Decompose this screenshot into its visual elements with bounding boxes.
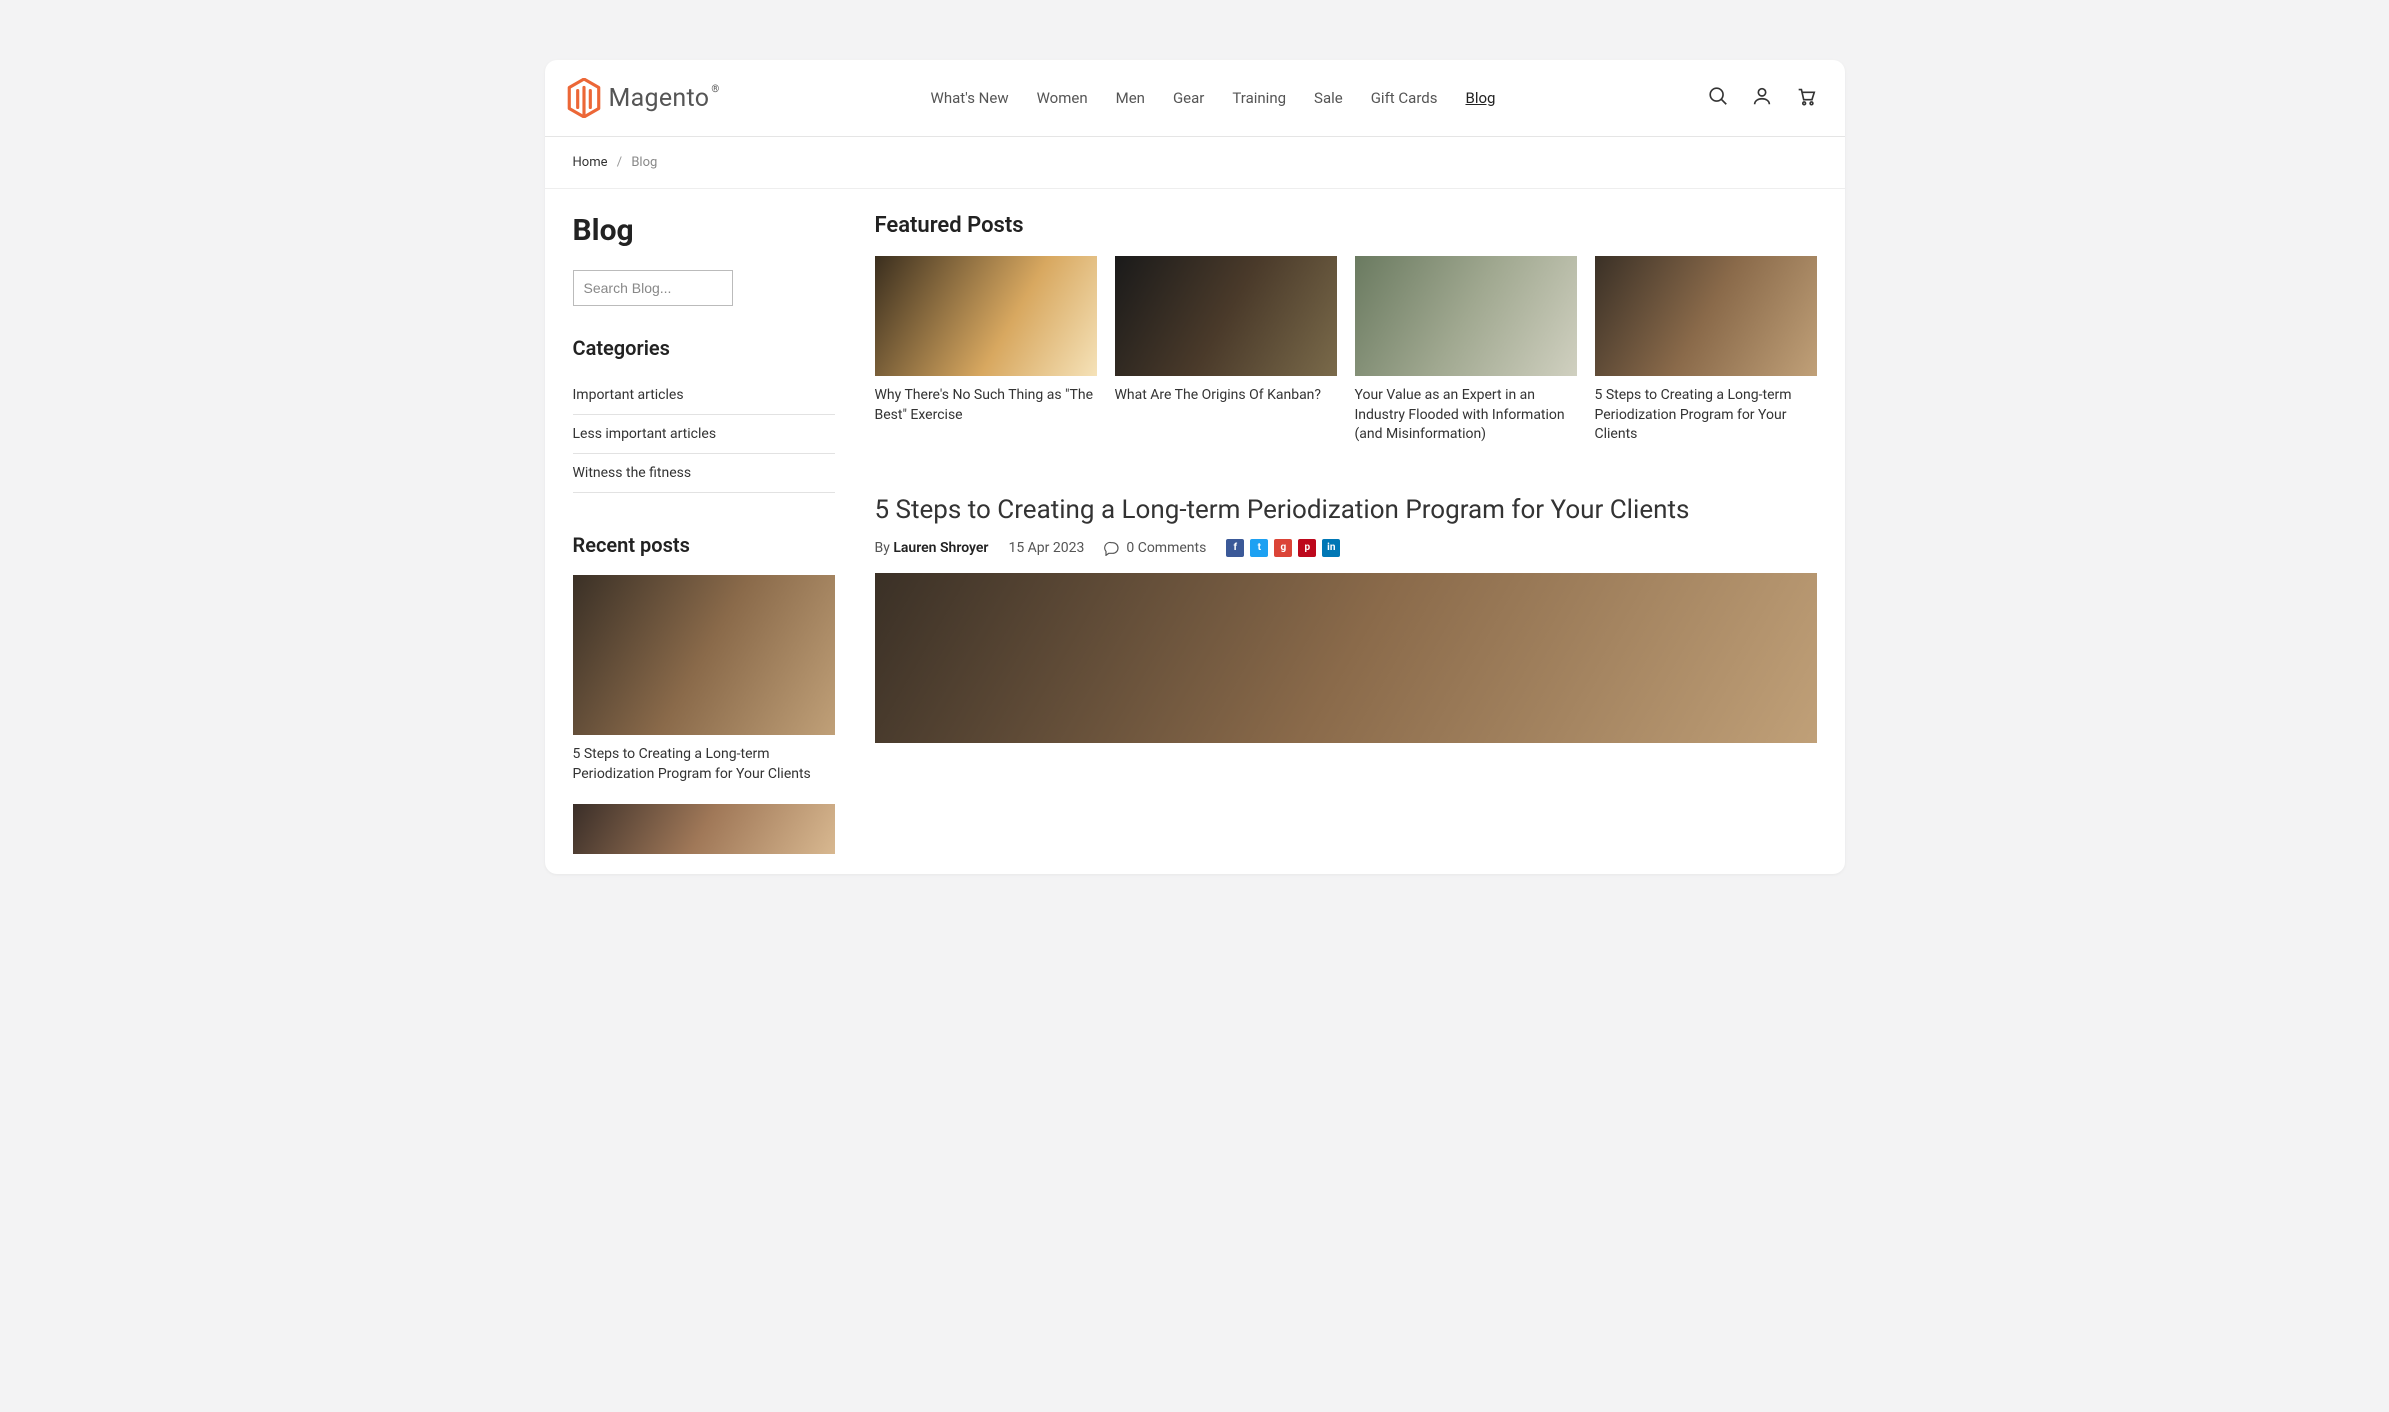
category-item[interactable]: Important articles: [573, 376, 835, 415]
featured-post-title: Your Value as an Expert in an Industry F…: [1355, 386, 1577, 445]
article-meta: By Lauren Shroyer 15 Apr 2023 0 Comments…: [875, 539, 1817, 557]
magento-logo-icon: [567, 78, 601, 118]
featured-post-title: 5 Steps to Creating a Long-term Periodiz…: [1595, 386, 1817, 445]
header: Magento® What's New Women Men Gear Train…: [545, 60, 1845, 137]
main-column: Featured Posts Why There's No Such Thing…: [875, 213, 1845, 874]
nav-blog[interactable]: Blog: [1465, 89, 1495, 107]
article-title: 5 Steps to Creating a Long-term Periodiz…: [875, 495, 1817, 525]
facebook-icon[interactable]: f: [1226, 539, 1244, 557]
breadcrumb-home[interactable]: Home: [573, 155, 608, 170]
linkedin-icon[interactable]: in: [1322, 539, 1340, 557]
social-share: f t g p in: [1226, 539, 1340, 557]
breadcrumb-separator: /: [617, 155, 622, 170]
nav-sale[interactable]: Sale: [1314, 89, 1343, 107]
header-actions: [1707, 85, 1817, 111]
categories-list: Important articles Less important articl…: [573, 376, 835, 493]
categories-heading: Categories: [573, 336, 835, 360]
article-date: 15 Apr 2023: [1008, 540, 1084, 556]
logo[interactable]: Magento®: [567, 78, 720, 118]
sidebar: Blog Categories Important articles Less …: [545, 213, 835, 874]
recent-post-title: 5 Steps to Creating a Long-term Periodiz…: [573, 745, 835, 784]
nav-whats-new[interactable]: What's New: [931, 89, 1009, 107]
app-window: Magento® What's New Women Men Gear Train…: [545, 60, 1845, 874]
nav-training[interactable]: Training: [1232, 89, 1286, 107]
nav-gift-cards[interactable]: Gift Cards: [1371, 89, 1438, 107]
featured-posts-row: Why There's No Such Thing as "The Best" …: [875, 256, 1817, 445]
recent-post-image: [573, 575, 835, 735]
nav-men[interactable]: Men: [1116, 89, 1145, 107]
cart-icon[interactable]: [1795, 85, 1817, 111]
category-item[interactable]: Less important articles: [573, 415, 835, 454]
featured-post-image: [1115, 256, 1337, 376]
page-title: Blog: [573, 213, 835, 248]
article-author: By Lauren Shroyer: [875, 540, 989, 556]
recent-post-item[interactable]: 5 Steps to Creating a Long-term Periodiz…: [573, 575, 835, 784]
featured-post-item[interactable]: Your Value as an Expert in an Industry F…: [1355, 256, 1577, 445]
brand-name: Magento®: [609, 84, 720, 113]
nav-women[interactable]: Women: [1037, 89, 1088, 107]
featured-posts-heading: Featured Posts: [875, 213, 1817, 238]
featured-post-image: [1595, 256, 1817, 376]
googleplus-icon[interactable]: g: [1274, 539, 1292, 557]
recent-post-image: [573, 804, 835, 854]
search-icon[interactable]: [1707, 85, 1729, 111]
featured-post-title: What Are The Origins Of Kanban?: [1115, 386, 1337, 406]
account-icon[interactable]: [1751, 85, 1773, 111]
main-nav: What's New Women Men Gear Training Sale …: [931, 89, 1496, 107]
featured-post-title: Why There's No Such Thing as "The Best" …: [875, 386, 1097, 425]
article-hero-image: [875, 573, 1817, 743]
breadcrumb-current: Blog: [631, 155, 657, 170]
recent-post-item[interactable]: [573, 804, 835, 854]
featured-post-image: [875, 256, 1097, 376]
featured-post-image: [1355, 256, 1577, 376]
search-input[interactable]: [573, 270, 733, 306]
twitter-icon[interactable]: t: [1250, 539, 1268, 557]
recent-posts-heading: Recent posts: [573, 533, 835, 557]
content-area: Blog Categories Important articles Less …: [545, 189, 1845, 874]
article-comments[interactable]: 0 Comments: [1104, 540, 1206, 556]
featured-post-item[interactable]: 5 Steps to Creating a Long-term Periodiz…: [1595, 256, 1817, 445]
breadcrumb: Home / Blog: [545, 137, 1845, 189]
nav-gear[interactable]: Gear: [1173, 89, 1204, 107]
pinterest-icon[interactable]: p: [1298, 539, 1316, 557]
featured-post-item[interactable]: Why There's No Such Thing as "The Best" …: [875, 256, 1097, 445]
featured-post-item[interactable]: What Are The Origins Of Kanban?: [1115, 256, 1337, 445]
category-item[interactable]: Witness the fitness: [573, 454, 835, 493]
comment-icon: [1104, 540, 1120, 556]
